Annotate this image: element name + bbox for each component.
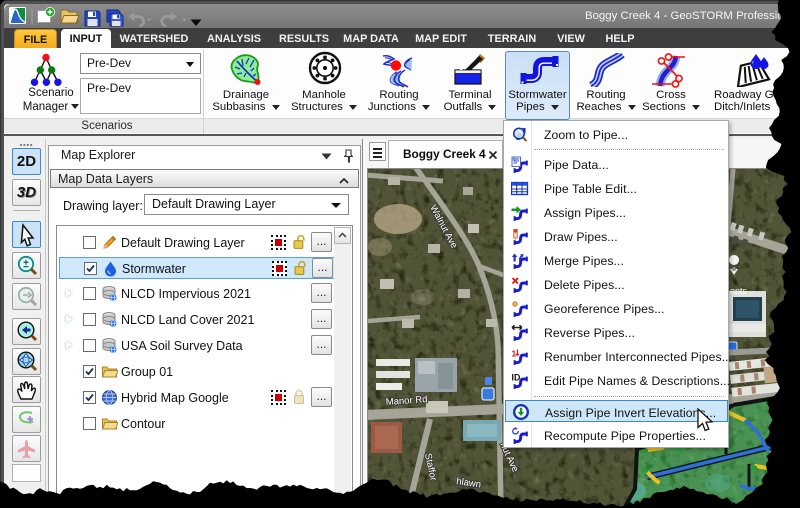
svg-text:ID: ID <box>512 373 521 383</box>
svg-text:ents: ents <box>730 286 748 296</box>
svg-text:1: 1 <box>512 349 517 359</box>
